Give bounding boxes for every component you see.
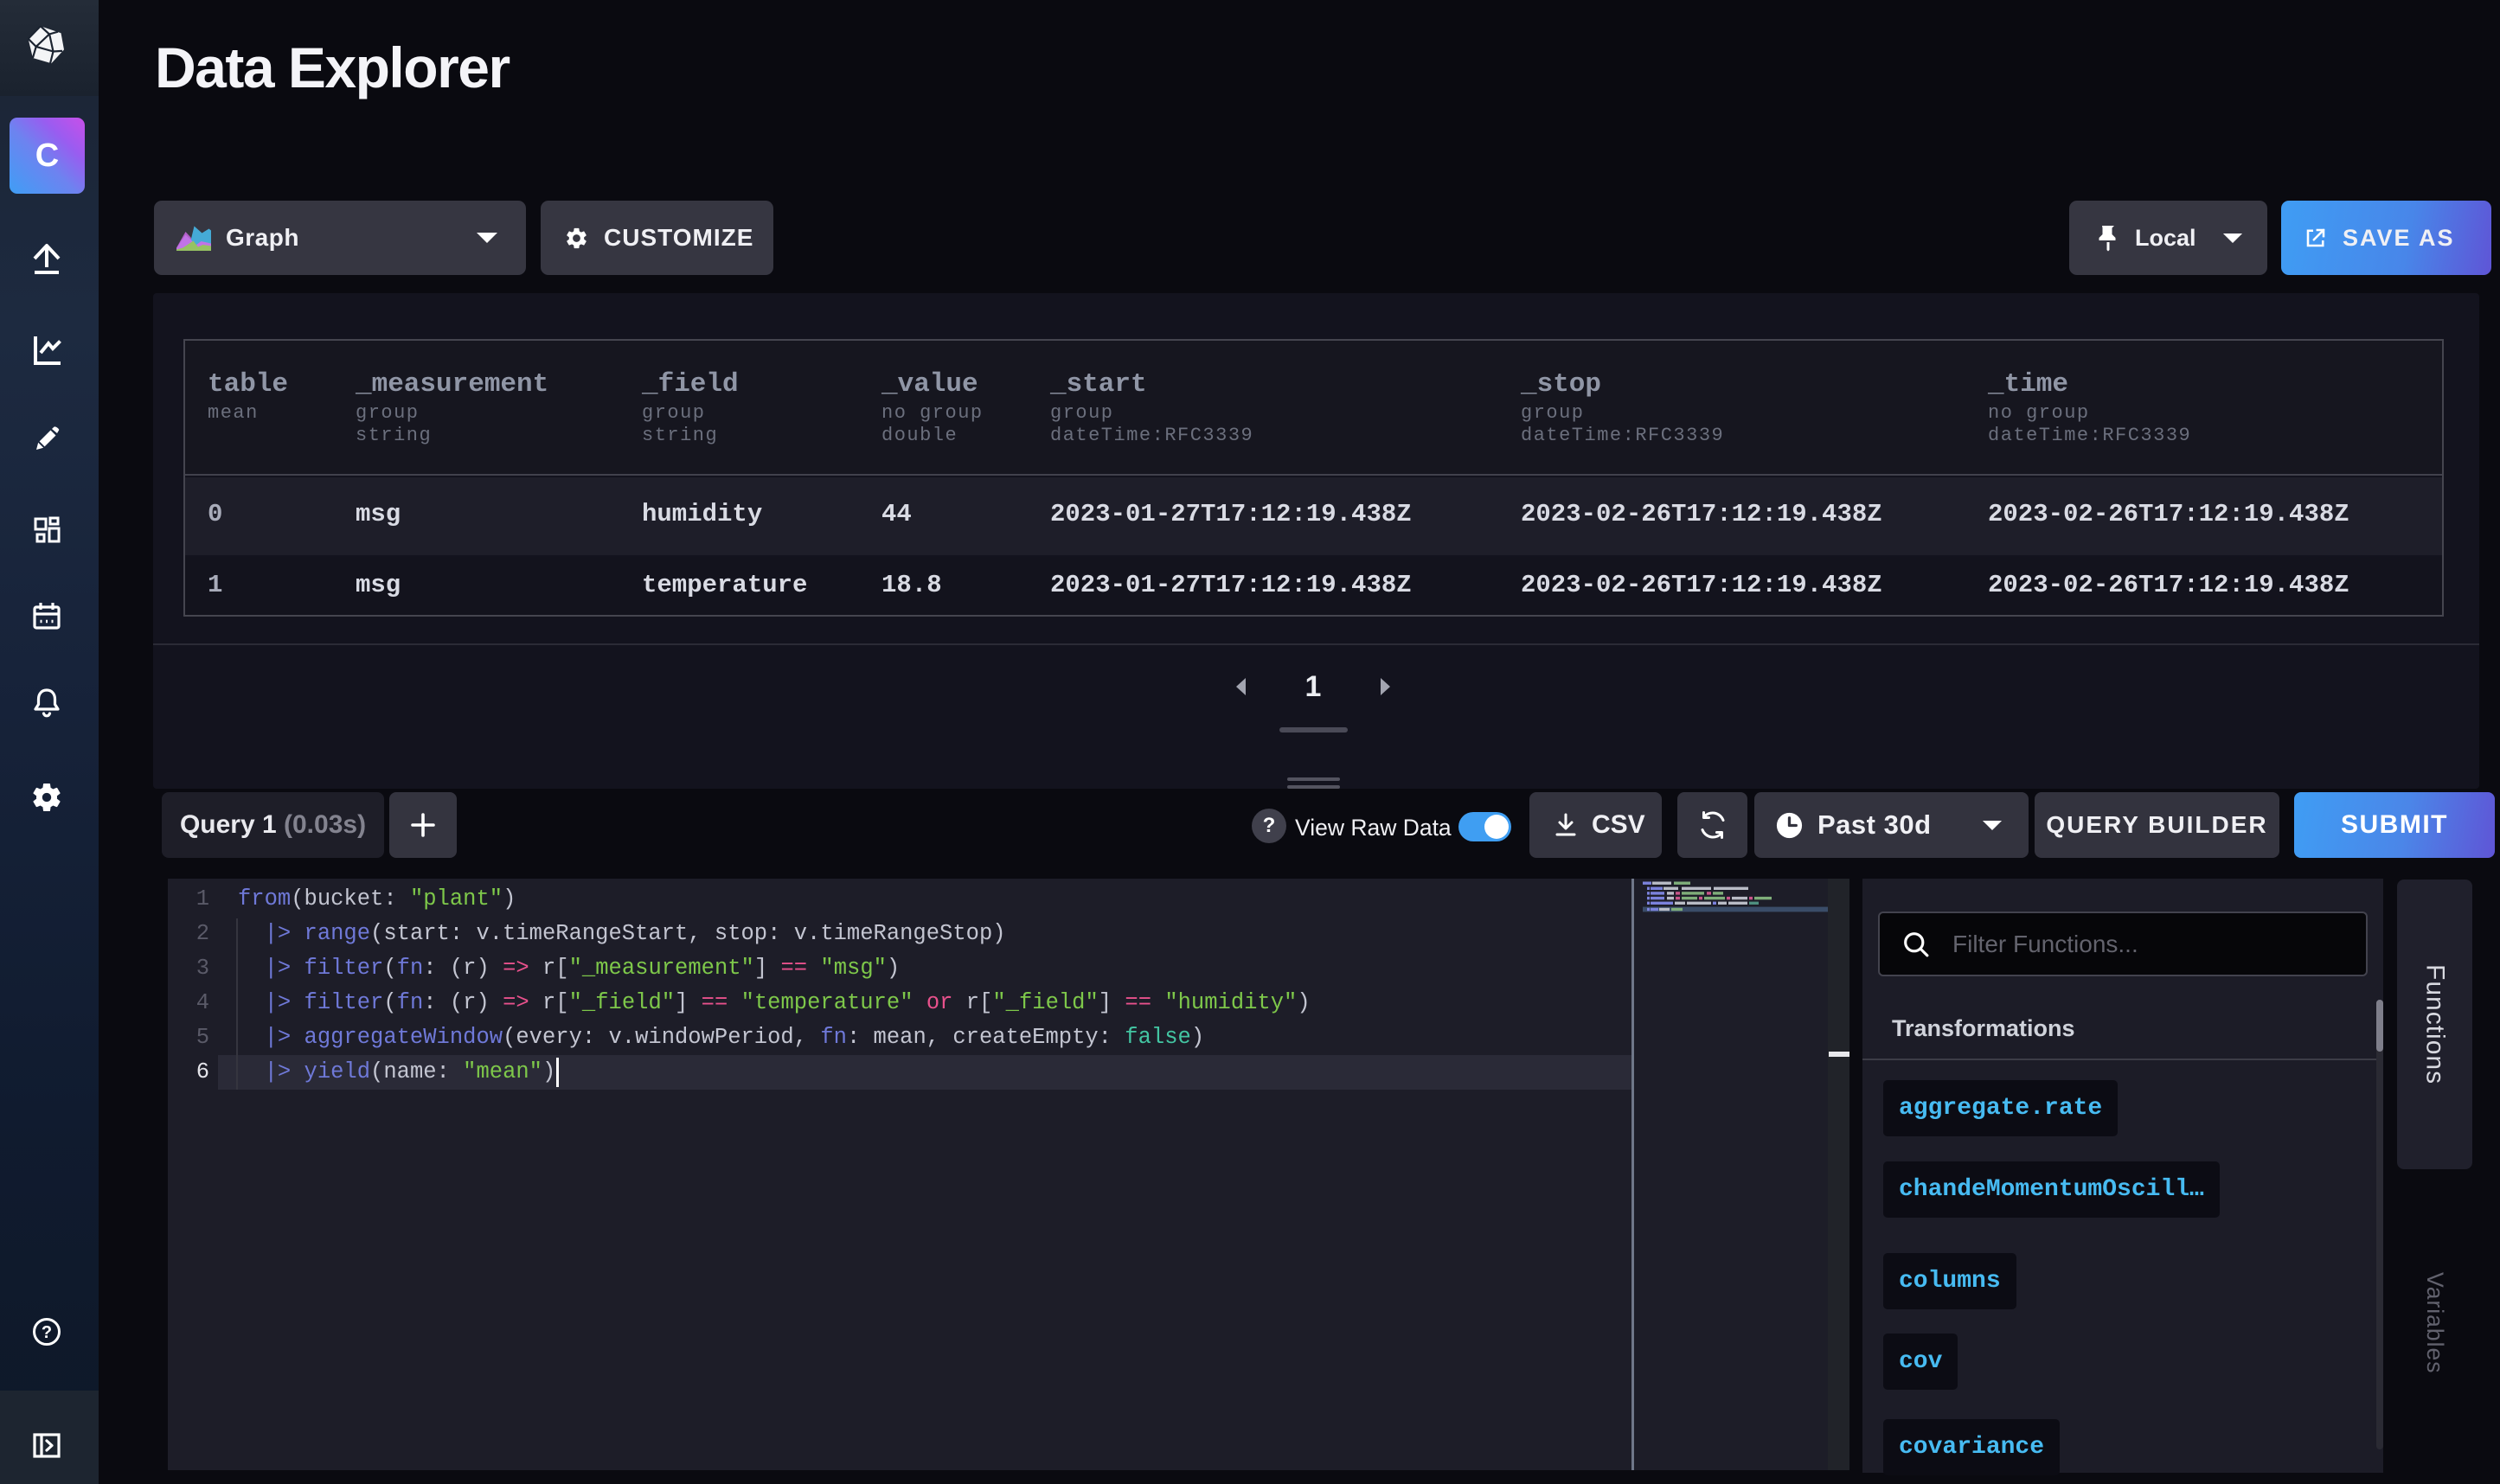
svg-text:?: ? bbox=[42, 1323, 52, 1342]
